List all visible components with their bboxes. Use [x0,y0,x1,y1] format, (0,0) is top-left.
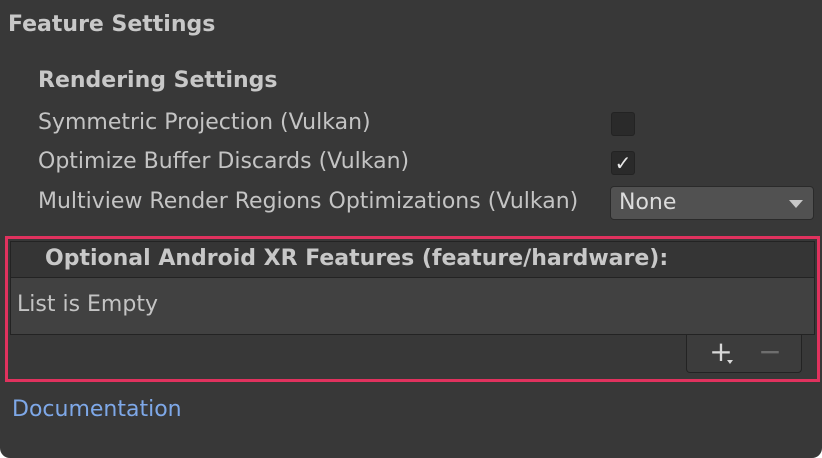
multiview-regions-selected-value: None [619,190,677,215]
optimize-buffer-discards-checkbox[interactable]: ✓ [611,151,635,175]
multiview-regions-label: Multiview Render Regions Optimizations (… [38,189,579,214]
rendering-settings-title: Rendering Settings [38,68,278,93]
symmetric-projection-checkbox[interactable] [611,112,635,136]
documentation-link[interactable]: Documentation [12,397,182,422]
symmetric-projection-label: Symmetric Projection (Vulkan) [38,110,371,135]
chevron-down-icon [789,200,803,208]
checkmark-icon: ✓ [614,151,632,175]
highlight-outline [5,236,820,382]
optimize-buffer-discards-label: Optimize Buffer Discards (Vulkan) [38,149,410,174]
feature-settings-panel: Feature Settings Rendering Settings Symm… [0,0,822,458]
multiview-regions-dropdown[interactable]: None [610,186,814,220]
feature-settings-title: Feature Settings [8,12,216,37]
